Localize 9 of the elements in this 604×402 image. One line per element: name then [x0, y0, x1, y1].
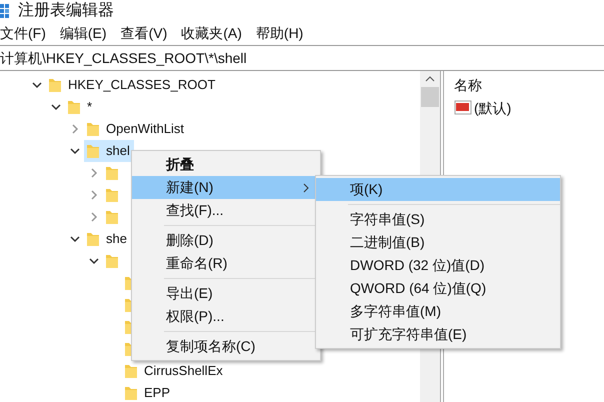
tree-label: *	[87, 98, 92, 116]
tree-label: she	[106, 230, 127, 248]
tree-label: EPP	[144, 384, 170, 402]
tree-label: shel	[106, 142, 130, 160]
tree-label: OpenWithList	[106, 120, 184, 138]
tree-label: CirrusShellEx	[144, 362, 223, 380]
column-header: 名称	[454, 76, 483, 95]
window-title: 注册表编辑器	[18, 0, 114, 21]
tree-label: HKEY_CLASSES_ROOT	[68, 76, 216, 94]
